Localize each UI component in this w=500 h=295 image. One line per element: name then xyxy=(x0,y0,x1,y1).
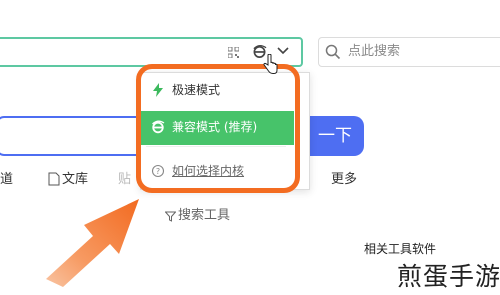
watermark-logo: 煎蛋手游 xyxy=(397,262,500,291)
cursor-icon xyxy=(263,54,278,74)
search-icon xyxy=(325,44,341,60)
nav-faded-link[interactable]: 贴 xyxy=(118,172,131,188)
highlight-outline xyxy=(136,64,300,193)
search-placeholder[interactable]: 点此搜索 xyxy=(348,44,400,60)
filter-icon xyxy=(165,211,176,222)
browser-search-box[interactable] xyxy=(318,37,500,67)
chevron-down-icon[interactable] xyxy=(276,45,290,57)
search-tools-link[interactable]: 搜索工具 xyxy=(178,208,230,224)
nav-tieba-link[interactable]: 道 xyxy=(0,172,13,188)
page-search-button-label[interactable]: 一下 xyxy=(318,125,352,147)
related-tools-heading: 相关工具软件 xyxy=(364,242,437,256)
nav-more-link[interactable]: 更多 xyxy=(331,172,357,188)
document-icon xyxy=(48,172,60,186)
qr-code-icon[interactable] xyxy=(228,47,239,58)
nav-wenku-link[interactable]: 文库 xyxy=(62,172,88,188)
